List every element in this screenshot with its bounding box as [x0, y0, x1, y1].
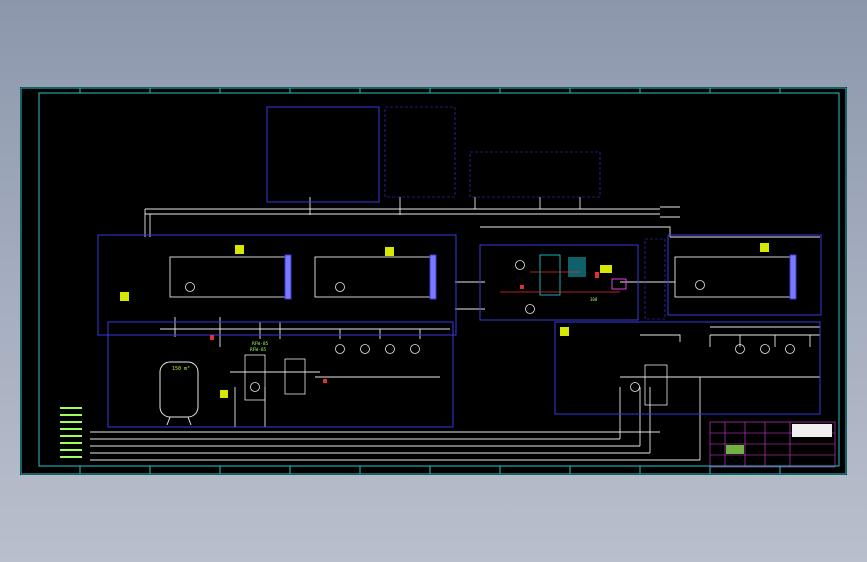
title-block: [709, 421, 836, 468]
pump-icon: [185, 282, 195, 292]
exchanger-label: RFW-85: [250, 347, 267, 353]
red-markers: [210, 272, 599, 383]
heat-exchanger-tanks: [169, 254, 797, 300]
pump-icon: [525, 304, 535, 314]
pid-diagram: 150 m³ RFW-85 RFW-85 300: [20, 87, 847, 475]
boundary-dashes: [384, 106, 666, 320]
pump-icon: [385, 344, 395, 354]
pipe-network: [90, 197, 820, 461]
legend-swatches: [60, 407, 82, 458]
pump-icon: [695, 280, 705, 290]
central-unit: 300: [500, 254, 627, 302]
storage-vessel: 150 m³: [159, 361, 199, 426]
instrument-tags: [120, 243, 769, 398]
exchanger-label: RFW-85: [252, 341, 269, 347]
pump-icon: [410, 344, 420, 354]
process-boundaries: [97, 106, 822, 428]
cad-drawing-canvas: 150 m³ RFW-85 RFW-85 300: [20, 87, 847, 475]
pump-icon: [360, 344, 370, 354]
vessel-label: 150 m³: [172, 366, 190, 372]
pump-icon: [515, 260, 525, 270]
pump-icon: [785, 344, 795, 354]
pump-icon: [630, 382, 640, 392]
pump-icon: [250, 382, 260, 392]
pump-icon: [335, 282, 345, 292]
pump-icon: [335, 344, 345, 354]
pump-icon: [760, 344, 770, 354]
plate-exchangers: RFW-85 RFW-85: [244, 341, 668, 406]
equipment-label: 300: [590, 297, 598, 302]
